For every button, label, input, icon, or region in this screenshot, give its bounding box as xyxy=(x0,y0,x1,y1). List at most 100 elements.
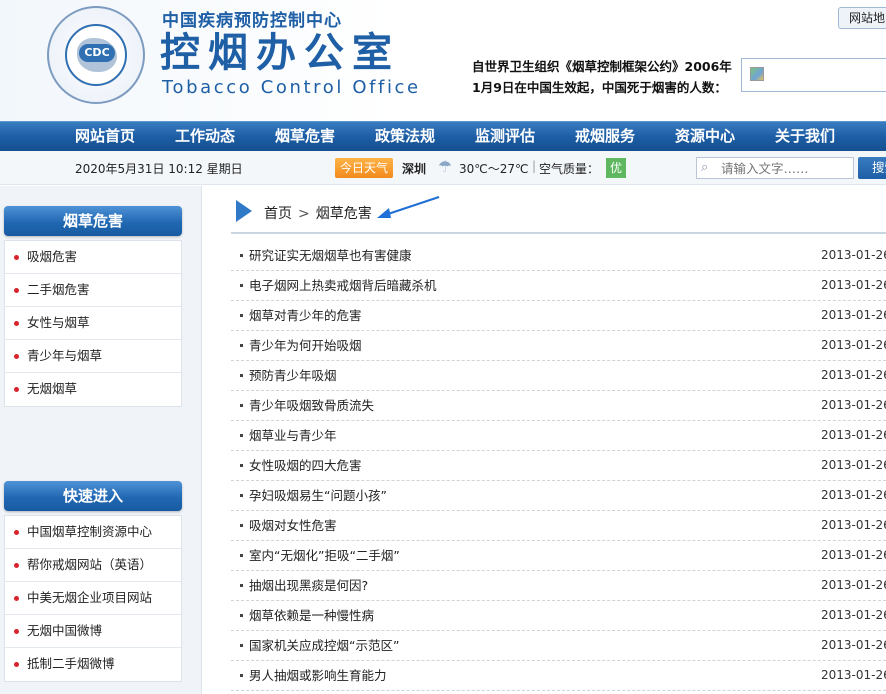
list-item[interactable]: 预防青少年吸烟 2013-01-26 xyxy=(231,361,886,391)
weather-separator: | xyxy=(532,159,537,173)
cdc-logo[interactable]: CDC xyxy=(47,6,145,104)
quick-link-smokefree-weibo[interactable]: 无烟中国微博 xyxy=(5,615,181,648)
article-title-link[interactable]: 孕妇吸烟易生“问题小孩” xyxy=(249,481,387,510)
breadcrumb-divider xyxy=(231,232,886,234)
list-item[interactable]: 烟草依赖是一种慢性病 2013-01-26 xyxy=(231,601,886,631)
article-date: 2013-01-26 xyxy=(821,428,886,442)
sitemap-link[interactable]: 网站地图 xyxy=(838,7,886,29)
nav-item-resources[interactable]: 资源中心 xyxy=(655,122,755,151)
bullet-icon xyxy=(240,314,243,317)
search-box: ⌕ xyxy=(696,157,854,179)
list-item[interactable]: 抽烟出现黑痰是何因? 2013-01-26 xyxy=(231,571,886,601)
article-title-link[interactable]: 国家机关应成控烟“示范区” xyxy=(249,631,399,660)
list-item[interactable]: 烟草业与青少年 2013-01-26 xyxy=(231,421,886,451)
list-item[interactable]: 国家机关应成控烟“示范区” 2013-01-26 xyxy=(231,631,886,661)
bullet-icon xyxy=(240,584,243,587)
list-item[interactable]: 男人抽烟或影响生育能力 2013-01-26 xyxy=(231,661,886,691)
red-dot-icon xyxy=(14,255,19,260)
sidebar-item-smokeless-tobacco[interactable]: 无烟烟草 xyxy=(5,373,181,406)
article-date: 2013-01-26 xyxy=(821,488,886,502)
main-nav: 网站首页 工作动态 烟草危害 政策法规 监测评估 戒烟服务 资源中心 关于我们 xyxy=(0,121,886,151)
list-item[interactable]: 室内“无烟化”拒吸“二手烟” 2013-01-26 xyxy=(231,541,886,571)
nav-item-work-news[interactable]: 工作动态 xyxy=(155,122,255,151)
nav-item-tobacco-harm[interactable]: 烟草危害 xyxy=(255,122,355,151)
weather-badge: 今日天气 xyxy=(335,158,393,178)
fctc-notice: 自世界卫生组织《烟草控制框架公约》2006年 1月9日在中国生效起，中国死于烟害… xyxy=(472,56,740,98)
bullet-icon xyxy=(240,254,243,257)
bullet-icon xyxy=(240,434,243,437)
tobacco-harm-panel: 烟草危害 吸烟危害 二手烟危害 女性与烟草 青少年与烟草 无烟烟草 xyxy=(4,206,182,407)
sidebar-item-smoking-harm[interactable]: 吸烟危害 xyxy=(5,241,181,274)
article-date: 2013-01-26 xyxy=(821,248,886,262)
article-title-link[interactable]: 室内“无烟化”拒吸“二手烟” xyxy=(249,541,400,570)
article-title-link[interactable]: 电子烟网上热卖戒烟背后暗藏杀机 xyxy=(249,271,437,300)
weather-temperature: 30℃～27℃ xyxy=(459,162,529,176)
list-item[interactable]: 女性吸烟的四大危害 2013-01-26 xyxy=(231,451,886,481)
article-title-link[interactable]: 青少年吸烟致骨质流失 xyxy=(249,391,374,420)
article-date: 2013-01-26 xyxy=(821,518,886,532)
article-title-link[interactable]: 青少年为何开始吸烟 xyxy=(249,331,362,360)
list-item[interactable]: 研究证实无烟烟草也有害健康 2013-01-26 xyxy=(231,241,886,271)
article-date: 2013-01-26 xyxy=(821,638,886,652)
bullet-icon xyxy=(240,554,243,557)
article-date: 2013-01-26 xyxy=(821,578,886,592)
breadcrumb-current[interactable]: 烟草危害 xyxy=(316,206,372,222)
site-title: 控烟办公室 xyxy=(160,30,400,76)
article-title-link[interactable]: 预防青少年吸烟 xyxy=(249,361,337,390)
article-title-link[interactable]: 抽烟出现黑痰是何因? xyxy=(249,571,368,600)
quick-link-quit-smoking-site[interactable]: 帮你戒烟网站（英语） xyxy=(5,549,181,582)
search-icon: ⌕ xyxy=(701,160,709,175)
article-title-link[interactable]: 男人抽烟或影响生育能力 xyxy=(249,661,387,690)
bullet-icon xyxy=(240,344,243,347)
nav-item-home[interactable]: 网站首页 xyxy=(55,122,155,151)
nav-item-about[interactable]: 关于我们 xyxy=(755,122,855,151)
article-date: 2013-01-26 xyxy=(821,668,886,682)
breadcrumb-home-link[interactable]: 首页 xyxy=(264,206,292,222)
article-title-link[interactable]: 烟草依赖是一种慢性病 xyxy=(249,601,374,630)
list-item[interactable]: 电子烟网上热卖戒烟背后暗藏杀机 2013-01-26 xyxy=(231,271,886,301)
current-datetime: 2020年5月31日 10:12 星期日 xyxy=(75,162,243,176)
list-item[interactable]: 吸烟对女性危害 2013-01-26 xyxy=(231,511,886,541)
org-name: 中国疾病预防控制中心 xyxy=(162,11,342,31)
tobacco-harm-list: 吸烟危害 二手烟危害 女性与烟草 青少年与烟草 无烟烟草 xyxy=(4,240,182,407)
bullet-icon xyxy=(240,674,243,677)
red-dot-icon xyxy=(14,321,19,326)
quick-access-list: 中国烟草控制资源中心 帮你戒烟网站（英语） 中美无烟企业项目网站 无烟中国微博 … xyxy=(4,515,182,682)
article-title-link[interactable]: 研究证实无烟烟草也有害健康 xyxy=(249,241,412,270)
bullet-icon xyxy=(240,464,243,467)
list-item[interactable]: 青少年为何开始吸烟 2013-01-26 xyxy=(231,331,886,361)
nav-item-monitoring[interactable]: 监测评估 xyxy=(455,122,555,151)
nav-item-cessation[interactable]: 戒烟服务 xyxy=(555,122,655,151)
quick-link-smokefree-enterprise[interactable]: 中美无烟企业项目网站 xyxy=(5,582,181,615)
quick-access-panel-title: 快速进入 xyxy=(4,481,182,511)
article-date: 2013-01-26 xyxy=(821,458,886,472)
sidebar-item-women-tobacco[interactable]: 女性与烟草 xyxy=(5,307,181,340)
article-date: 2013-01-26 xyxy=(821,398,886,412)
quick-link-anti-secondhand-weibo[interactable]: 抵制二手烟微博 xyxy=(5,648,181,681)
list-item[interactable]: 青少年吸烟致骨质流失 2013-01-26 xyxy=(231,391,886,421)
search-button[interactable]: 搜索 xyxy=(858,157,886,179)
quick-link-label: 帮你戒烟网站（英语） xyxy=(27,557,153,572)
site-subtitle: Tobacco Control Office xyxy=(162,77,421,98)
list-item[interactable]: 烟草对青少年的危害 2013-01-26 xyxy=(231,301,886,331)
search-input[interactable] xyxy=(721,159,851,177)
article-title-link[interactable]: 烟草对青少年的危害 xyxy=(249,301,362,330)
red-dot-icon xyxy=(14,387,19,392)
sidebar-item-label: 青少年与烟草 xyxy=(27,348,103,363)
quick-link-resource-center[interactable]: 中国烟草控制资源中心 xyxy=(5,516,181,549)
red-dot-icon xyxy=(14,563,19,568)
sidebar-item-secondhand-smoke[interactable]: 二手烟危害 xyxy=(5,274,181,307)
air-quality-label: 空气质量： xyxy=(539,162,600,176)
breadcrumb: 首页 > 烟草危害 xyxy=(264,203,372,223)
article-title-link[interactable]: 女性吸烟的四大危害 xyxy=(249,451,362,480)
red-dot-icon xyxy=(14,288,19,293)
bullet-icon xyxy=(240,284,243,287)
article-title-link[interactable]: 烟草业与青少年 xyxy=(249,421,337,450)
weather-rain-icon: ☂ xyxy=(437,157,453,176)
red-dot-icon xyxy=(14,530,19,535)
article-date: 2013-01-26 xyxy=(821,338,886,352)
article-title-link[interactable]: 吸烟对女性危害 xyxy=(249,511,337,540)
list-item[interactable]: 孕妇吸烟易生“问题小孩” 2013-01-26 xyxy=(231,481,886,511)
nav-item-policy[interactable]: 政策法规 xyxy=(355,122,455,151)
sidebar-item-youth-tobacco[interactable]: 青少年与烟草 xyxy=(5,340,181,373)
